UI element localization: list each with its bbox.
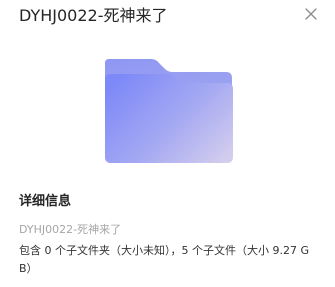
folder-name: DYHJ0022-死神来了 (19, 223, 122, 236)
folder-icon (105, 59, 233, 163)
folder-details-panel: DYHJ0022-死神来了 详细信息 DYHJ0022-死神来了 包含 0 个子… (0, 0, 335, 287)
close-icon (305, 8, 317, 20)
panel-title: DYHJ0022-死神来了 (19, 6, 168, 25)
folder-preview (103, 57, 234, 165)
folder-contents-summary: 包含 0 个子文件夹（大小未知），5 个子文件（大小 9.27 GB） (19, 244, 309, 275)
details-section-title: 详细信息 (19, 194, 72, 209)
close-button[interactable] (303, 6, 319, 22)
